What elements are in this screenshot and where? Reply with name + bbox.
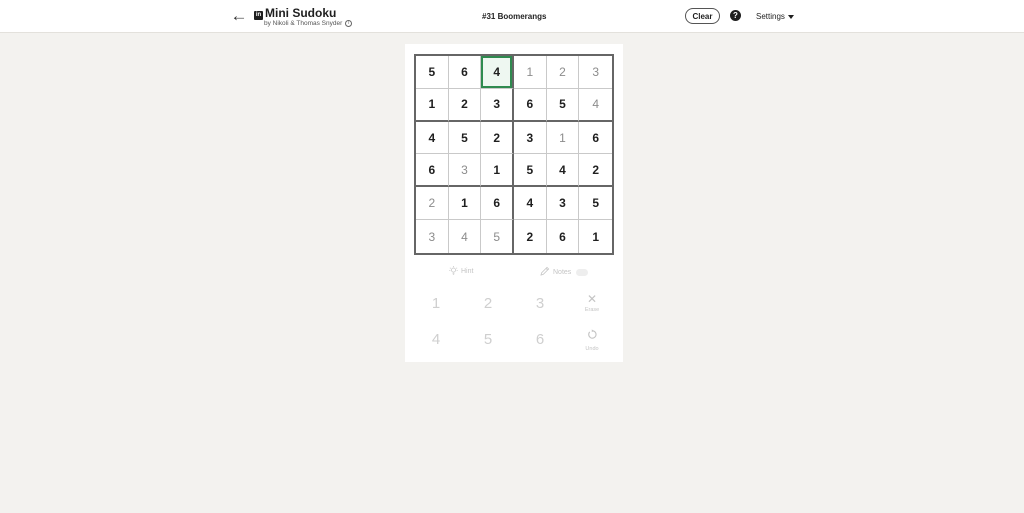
game-title: Mini Sudoku xyxy=(265,6,337,20)
undo-icon xyxy=(587,327,598,345)
tool-row: Hint Notes xyxy=(405,263,623,279)
pencil-icon xyxy=(540,266,550,278)
clear-button[interactable]: Clear xyxy=(685,8,720,24)
back-arrow-icon[interactable]: ← xyxy=(230,6,248,25)
grid-cell[interactable]: 5 xyxy=(546,88,580,122)
hint-button[interactable]: Hint xyxy=(449,266,473,277)
grid-cell[interactable]: 3 xyxy=(514,121,547,155)
close-x-icon: ✕ xyxy=(586,292,598,306)
grid-cell[interactable]: 6 xyxy=(481,187,514,221)
grid-cell[interactable]: 4 xyxy=(416,121,449,155)
key-2[interactable]: 2 xyxy=(470,289,506,317)
notes-switch[interactable] xyxy=(576,268,589,276)
grid-cell[interactable]: 2 xyxy=(448,88,482,122)
grid-cell[interactable]: 2 xyxy=(481,121,514,155)
key-4[interactable]: 4 xyxy=(418,325,454,353)
settings-label: Settings xyxy=(756,12,785,21)
linkedin-logo-icon: in xyxy=(254,11,263,20)
grid-cell[interactable]: 4 xyxy=(481,56,514,89)
grid-cell[interactable]: 1 xyxy=(481,154,514,188)
key-5[interactable]: 5 xyxy=(470,325,506,353)
undo-button[interactable]: Undo xyxy=(574,324,610,354)
lightbulb-icon xyxy=(449,266,458,277)
grid-cell[interactable]: 1 xyxy=(448,187,482,221)
grid-cell[interactable]: 6 xyxy=(416,154,449,188)
grid-cell[interactable]: 2 xyxy=(416,187,449,221)
grid-cell[interactable]: 1 xyxy=(546,121,580,155)
sudoku-grid: 564123123654452316631542216435345261 xyxy=(414,54,614,255)
grid-cell[interactable]: 6 xyxy=(514,88,547,122)
grid-cell[interactable]: 3 xyxy=(481,88,514,122)
help-icon[interactable]: ? xyxy=(730,10,741,21)
grid-cell[interactable]: 3 xyxy=(579,56,612,89)
grid-cell[interactable]: 1 xyxy=(514,56,547,89)
grid-cell[interactable]: 6 xyxy=(448,56,482,89)
grid-cell[interactable]: 5 xyxy=(448,121,482,155)
grid-cell[interactable]: 3 xyxy=(448,154,482,188)
notes-label: Notes xyxy=(553,268,572,276)
grid-cell[interactable]: 3 xyxy=(416,220,449,253)
grid-cell[interactable]: 6 xyxy=(547,220,580,253)
byline-text: by Nikoli & Thomas Snyder xyxy=(264,20,343,27)
key-1[interactable]: 1 xyxy=(418,289,454,317)
caret-down-icon xyxy=(787,14,794,19)
key-3[interactable]: 3 xyxy=(522,289,558,317)
key-6[interactable]: 6 xyxy=(522,325,558,353)
grid-cell[interactable]: 4 xyxy=(514,187,547,221)
grid-cell[interactable]: 1 xyxy=(579,220,612,253)
settings-menu[interactable]: Settings xyxy=(756,12,794,21)
grid-cell[interactable]: 5 xyxy=(416,56,449,89)
grid-cell[interactable]: 2 xyxy=(514,220,547,253)
grid-cell[interactable]: 4 xyxy=(546,154,580,188)
erase-label: Erase xyxy=(584,307,600,313)
grid-cell[interactable]: 5 xyxy=(481,220,514,253)
notes-toggle[interactable]: Notes xyxy=(540,266,589,278)
grid-cell[interactable]: 4 xyxy=(449,220,482,253)
puzzle-name: #31 Boomerangs xyxy=(482,12,547,21)
grid-cell[interactable]: 1 xyxy=(416,88,449,122)
grid-cell[interactable]: 2 xyxy=(579,154,612,188)
game-panel: 564123123654452316631542216435345261 Hin… xyxy=(405,44,623,362)
grid-cell[interactable]: 4 xyxy=(579,89,612,122)
grid-cell[interactable]: 6 xyxy=(579,122,612,155)
grid-cell[interactable]: 5 xyxy=(514,154,547,188)
grid-cell[interactable]: 3 xyxy=(546,187,580,221)
info-icon[interactable]: i xyxy=(345,20,353,27)
grid-cell[interactable]: 5 xyxy=(579,187,612,221)
top-bar: ← in Mini Sudoku by Nikoli & Thomas Snyd… xyxy=(0,0,1024,33)
byline: by Nikoli & Thomas Snyder i xyxy=(264,20,353,27)
grid-cell[interactable]: 2 xyxy=(546,56,580,89)
hint-label: Hint xyxy=(461,268,474,275)
erase-button[interactable]: ✕ Erase xyxy=(574,288,610,318)
undo-label: Undo xyxy=(585,345,599,352)
